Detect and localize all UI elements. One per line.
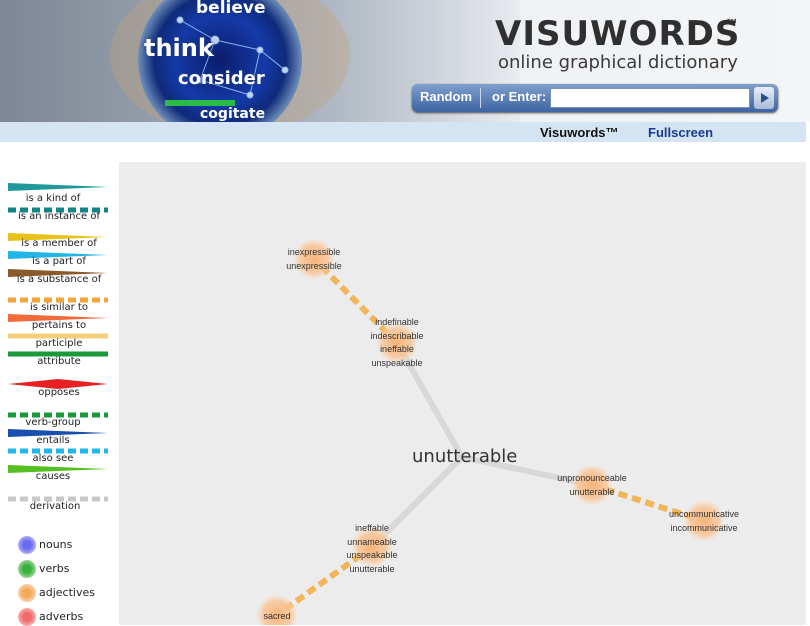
- center-word[interactable]: unutterable: [412, 446, 517, 467]
- legend-label-participle: participle: [35, 338, 83, 349]
- legend-label-member-of: is a member of: [21, 238, 97, 249]
- legend-label-instance-of: is an instance of: [18, 211, 100, 222]
- legend-label-causes: causes: [35, 471, 71, 482]
- legend-label-adverbs: adverbs: [39, 610, 84, 623]
- node-word: unspeakable: [371, 357, 423, 368]
- legend-label-entails: entails: [36, 435, 70, 446]
- legend-label-substance-of: is a substance of: [16, 274, 102, 285]
- nav-bar: Visuwords™ Fullscreen: [0, 122, 806, 142]
- node-word: unutterable: [349, 563, 395, 574]
- legend-label-verbs: verbs: [39, 562, 70, 575]
- node-label-n4[interactable]: uncommunicative incommunicative: [659, 508, 749, 535]
- legend-label-derivation: derivation: [29, 501, 81, 512]
- node-label-n1[interactable]: inexpressible unexpressible: [274, 246, 354, 273]
- search-divider: [480, 88, 481, 108]
- node-label-n2[interactable]: indefinable indescribable ineffable unsp…: [357, 316, 437, 370]
- node-word: uncommunicative: [668, 509, 740, 519]
- node-word: ineffable: [380, 344, 414, 354]
- node-word: inexpressible: [287, 247, 341, 257]
- node-word: unexpressible: [286, 260, 342, 271]
- fullscreen-link[interactable]: Fullscreen: [648, 125, 713, 140]
- art-word-consider: consider: [178, 68, 265, 89]
- art-word-believe: believe: [196, 0, 266, 18]
- node-label-n3[interactable]: unpronounceable unutterable: [547, 472, 637, 499]
- legend-label-attribute: attribute: [37, 356, 81, 367]
- node-word: ineffable: [355, 523, 389, 533]
- node-word: unspeakable: [346, 550, 398, 560]
- search-input[interactable]: [550, 88, 750, 108]
- nav-visuwords-link[interactable]: Visuwords™: [540, 125, 619, 140]
- search-bar: Random or Enter:: [412, 84, 778, 112]
- legend-label-nouns: nouns: [39, 538, 73, 551]
- node-word: sacred: [263, 611, 291, 621]
- node-word: incommunicative: [670, 522, 738, 533]
- verbs-dot: [18, 560, 36, 578]
- legend-label-similar-to: is similar to: [30, 302, 88, 313]
- node-word: unnameable: [347, 536, 397, 547]
- art-word-think: think: [144, 34, 214, 62]
- random-button[interactable]: Random: [420, 89, 472, 104]
- node-label-n5[interactable]: ineffable unnameable unspeakable unutter…: [332, 522, 412, 576]
- legend-label-pertains-to: pertains to: [31, 320, 87, 331]
- enter-label: or Enter:: [492, 89, 547, 104]
- go-arrow-icon[interactable]: [754, 87, 774, 109]
- word-graph[interactable]: unutterable inexpressible unexpressible …: [119, 162, 806, 625]
- legend-label-verb-group: verb-group: [25, 417, 81, 428]
- legend-label-adjectives: adjectives: [39, 586, 95, 599]
- adjectives-dot: [18, 584, 36, 602]
- legend-panel: is a kind of is an instance of is a memb…: [0, 160, 118, 626]
- node-word: indefinable: [375, 317, 419, 327]
- adverbs-dot: [18, 608, 36, 626]
- node-word: unpronounceable: [557, 473, 627, 483]
- site-tagline: online graphical dictionary: [498, 52, 738, 73]
- header-banner: believe think consider cogitate VISUWORD…: [0, 0, 810, 122]
- logo-trademark: ™: [725, 17, 739, 33]
- graph-edges: [257, 239, 724, 625]
- node-word: unutterable: [569, 486, 615, 497]
- legend-label-part-of: is a part of: [32, 256, 86, 267]
- legend-label-opposes: opposes: [38, 387, 80, 398]
- node-word: indescribable: [370, 330, 424, 341]
- legend-label-kind-of: is a kind of: [25, 193, 81, 204]
- legend-label-also-see: also see: [32, 453, 74, 464]
- swatch-kind-of: [8, 183, 108, 191]
- nouns-dot: [18, 536, 36, 554]
- art-word-cogitate: cogitate: [200, 106, 266, 122]
- node-label-n6[interactable]: sacred: [247, 610, 307, 624]
- site-logo[interactable]: VISUWORDS: [495, 14, 740, 54]
